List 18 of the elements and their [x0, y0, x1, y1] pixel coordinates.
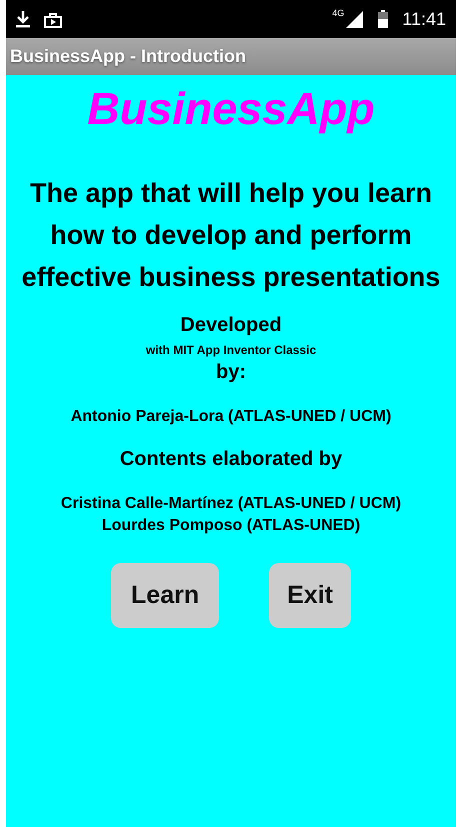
window-title: BusinessApp - Introduction [9, 45, 246, 68]
briefcase-icon [44, 10, 62, 28]
app-title: BusinessApp [87, 83, 375, 135]
credit-heading: by: [216, 361, 246, 384]
network-type: 4G [332, 8, 344, 18]
credit-note: with MIT App Inventor Classic [146, 343, 316, 357]
credit-heading: Developed [180, 314, 282, 337]
author-name: Lourdes Pomposo (ATLAS-UNED) [102, 517, 360, 535]
credit-heading: Contents elaborated by [120, 448, 342, 471]
tagline: The app that will help you learn how to develop and perform effective business presentations [20, 177, 442, 294]
clock-time: 11:41 [402, 8, 446, 30]
battery-icon [378, 10, 388, 28]
learn-button[interactable]: Learn [111, 563, 220, 628]
signal-icon [346, 10, 364, 28]
download-icon [16, 10, 30, 28]
author-name: Antonio Pareja-Lora (ATLAS-UNED / UCM) [70, 408, 392, 426]
author-name: Cristina Calle-Martínez (ATLAS-UNED / UCM) [60, 495, 402, 513]
exit-button[interactable]: Exit [269, 563, 351, 628]
